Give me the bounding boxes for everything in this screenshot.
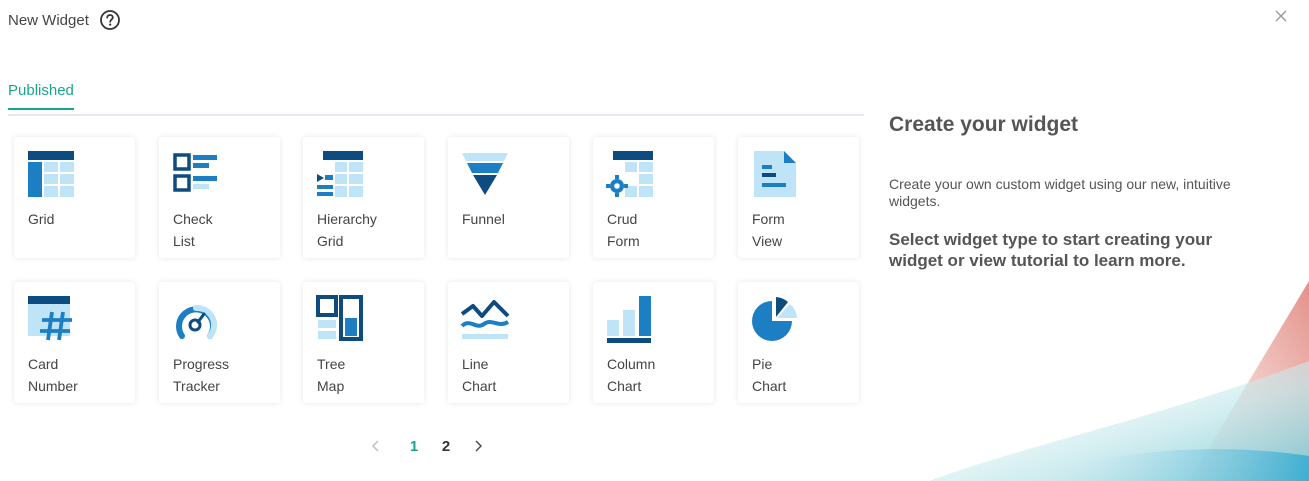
info-description: Create your own custom widget using our … <box>889 176 1231 209</box>
widget-label: Hierarchy Grid <box>317 211 377 249</box>
widget-label: Check List <box>173 211 213 249</box>
crud-form-icon <box>606 151 653 197</box>
tab-bar: Published <box>8 80 864 116</box>
widget-card-grid[interactable]: Grid <box>14 137 135 258</box>
widget-card-check-list[interactable]: Check List <box>159 137 280 258</box>
tree-map-icon <box>316 295 363 341</box>
decorative-background <box>929 281 1309 481</box>
widget-card-column-chart[interactable]: Column Chart <box>593 282 714 403</box>
grid-icon <box>28 151 74 197</box>
widget-label: Tree Map <box>317 356 346 394</box>
tab-label: Published <box>8 82 74 99</box>
help-circle-icon[interactable] <box>99 9 121 31</box>
pagination-prev-button[interactable] <box>360 432 392 460</box>
widget-label: Progress Tracker <box>173 356 230 394</box>
widget-card-pie-chart[interactable]: Pie Chart <box>738 282 859 403</box>
close-icon[interactable] <box>1273 8 1289 24</box>
funnel-icon <box>462 153 508 195</box>
tab-published[interactable]: Published <box>8 82 74 110</box>
progress-tracker-icon <box>176 304 218 339</box>
widget-card-form-view[interactable]: Form View <box>738 137 859 258</box>
pagination: 1 2 <box>360 432 494 460</box>
widget-card-line-chart[interactable]: Line Chart <box>448 282 569 403</box>
widget-card-progress-tracker[interactable]: Progress Tracker <box>159 282 280 403</box>
card-number-icon <box>28 296 72 341</box>
widget-label: Grid <box>28 211 55 227</box>
widget-card-hierarchy-grid[interactable]: Hierarchy Grid <box>303 137 424 258</box>
line-chart-icon <box>460 300 510 339</box>
widget-label: Pie Chart <box>752 356 787 394</box>
pagination-next-button[interactable] <box>462 432 494 460</box>
widget-label: Funnel <box>462 211 505 227</box>
pagination-page-1[interactable]: 1 <box>398 432 430 460</box>
widget-card-card-number[interactable]: Card Number <box>14 282 135 403</box>
widget-card-tree-map[interactable]: Tree Map <box>303 282 424 403</box>
column-chart-icon <box>607 296 651 343</box>
checklist-icon <box>173 153 217 192</box>
info-title: Create your widget <box>889 113 1079 136</box>
widget-label: Line Chart <box>462 356 497 394</box>
dialog-header: New Widget <box>8 9 121 31</box>
widget-label: Card Number <box>28 356 78 394</box>
widget-card-crud-form[interactable]: Crud Form <box>593 137 714 258</box>
form-view-icon <box>754 151 796 197</box>
widget-label: Crud Form <box>607 211 640 249</box>
pie-chart-icon <box>752 297 797 341</box>
pagination-page-2[interactable]: 2 <box>430 432 462 460</box>
chevron-right-icon <box>475 440 482 452</box>
hierarchy-grid-icon <box>317 151 363 197</box>
dialog-title: New Widget <box>8 11 89 29</box>
chevron-left-icon <box>372 440 379 452</box>
widget-label: Column Chart <box>607 356 656 394</box>
widget-label: Form View <box>752 211 785 249</box>
widget-card-funnel[interactable]: Funnel <box>448 137 569 258</box>
